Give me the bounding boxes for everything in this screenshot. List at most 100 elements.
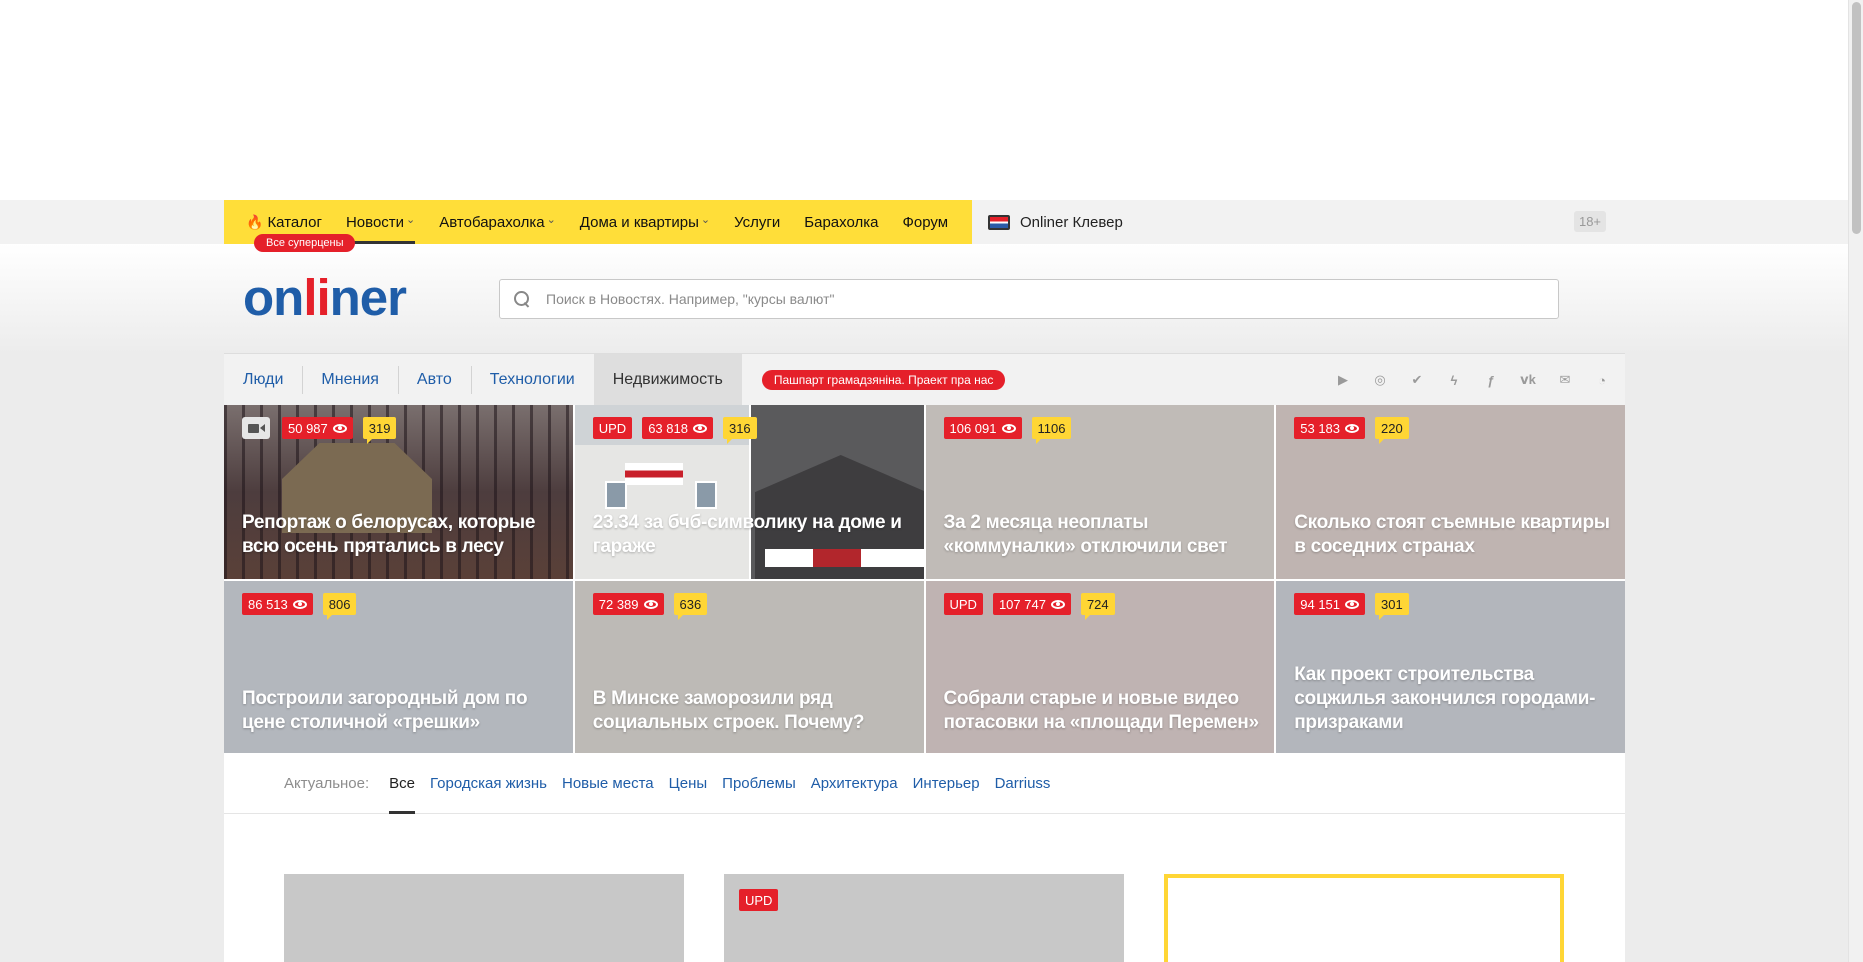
window-shape: [694, 481, 717, 509]
comments-badge[interactable]: 301: [1375, 593, 1409, 620]
scrollbar[interactable]: [1848, 0, 1863, 962]
section-opinions[interactable]: Мнения: [302, 354, 398, 406]
topnav-baraholka[interactable]: Барахолка: [804, 200, 878, 244]
tile-title: За 2 месяца неоплаты «коммуналки» отключ…: [943, 512, 1228, 557]
eye-icon: [292, 599, 307, 609]
views-count: 107 747: [998, 596, 1046, 612]
views-badge: 53 183: [1294, 417, 1366, 439]
comments-badge[interactable]: 806: [322, 593, 357, 620]
news-tile[interactable]: UPD 107 747 724 Собрали старые и новые виде…: [925, 581, 1275, 755]
twitter-icon[interactable]: ✔: [1408, 372, 1426, 388]
logo-part: ner: [329, 269, 407, 326]
comments-badge[interactable]: 220: [1375, 417, 1409, 444]
views-badge: 86 513: [242, 593, 313, 615]
tag-problems[interactable]: Проблемы: [722, 753, 796, 814]
eye-icon: [692, 423, 707, 433]
views-badge: 106 091: [943, 417, 1022, 439]
tile-badges: 94 151 301: [1294, 593, 1409, 620]
tile-title: Сколько стоят съемные квартиры в соседни…: [1294, 512, 1610, 557]
facebook-icon[interactable]: ƒ: [1482, 372, 1500, 388]
tag-city-life[interactable]: Городская жизнь: [430, 753, 547, 814]
video-icon: [242, 417, 270, 439]
comments-badge[interactable]: 636: [673, 593, 708, 620]
eye-icon: [1345, 599, 1360, 609]
topnav-forum[interactable]: Форум: [902, 200, 948, 244]
section-people[interactable]: Люди: [224, 354, 302, 406]
search-icon[interactable]: [514, 291, 530, 307]
clever-label: Onliner Клевер: [1020, 213, 1123, 231]
comments-badge[interactable]: 1106: [1031, 417, 1072, 444]
upd-badge: UPD: [943, 593, 983, 615]
views-badge: 72 389: [592, 593, 664, 615]
tag-interior[interactable]: Интерьер: [913, 753, 980, 814]
clever-link[interactable]: Onliner Клевер: [988, 200, 1123, 244]
views-badge: 94 151: [1294, 593, 1366, 615]
search-input[interactable]: [546, 291, 1558, 307]
eye-icon: [1001, 423, 1016, 433]
news-tile[interactable]: UPD 63 818 316 23.34 за бчб-символику на до…: [574, 405, 924, 579]
news-grid: 50 987 319 Репортаж о белорусах, которые в…: [224, 405, 1625, 755]
window-shape: [604, 481, 627, 509]
views-badge: 50 987: [282, 417, 353, 439]
tag-new-places[interactable]: Новые места: [562, 753, 654, 814]
upd-badge: UPD: [592, 417, 633, 439]
tile-title: Собрали старые и новые видео потасовки н…: [943, 688, 1260, 733]
topnav-services[interactable]: Услуги: [734, 200, 780, 244]
superprice-badge[interactable]: Все суперцены: [254, 234, 356, 252]
clever-card-icon: [988, 214, 1010, 230]
instagram-icon[interactable]: ◎: [1371, 372, 1389, 388]
promo-badge[interactable]: Пашпарт грамадзяніна. Праект пра нас: [761, 369, 1006, 390]
section-realty[interactable]: Недвижимость: [593, 353, 742, 406]
news-tile[interactable]: 72 389 636 В Минске заморозили ряд социаль…: [574, 581, 924, 755]
eye-icon: [1345, 423, 1360, 433]
ad-banner-area: [0, 0, 1848, 200]
news-tile[interactable]: 53 183 220 Сколько стоят съемные квартиры …: [1276, 405, 1625, 579]
news-tile[interactable]: 86 513 806 Построили загородный дом по цен…: [224, 581, 573, 755]
views-badge: 63 818: [642, 417, 713, 439]
views-count: 50 987: [288, 420, 328, 436]
eye-icon: [643, 599, 658, 609]
tile-badges: 50 987 319: [242, 417, 397, 444]
views-badge: 107 747: [992, 593, 1071, 615]
news-card[interactable]: [284, 874, 684, 962]
news-tile[interactable]: 94 151 301 Как проект строительства соцжил…: [1276, 581, 1625, 755]
tile-title: 23.34 за бчб-символику на доме и гараже: [592, 512, 902, 557]
views-count: 63 818: [648, 420, 688, 436]
views-count: 53 183: [1300, 420, 1341, 436]
topnav-news[interactable]: Новости: [345, 200, 416, 244]
tile-badges: UPD 107 747 724: [943, 593, 1115, 620]
news-card[interactable]: UPD: [724, 874, 1124, 962]
tag-architecture[interactable]: Архитектура: [811, 753, 898, 814]
tag-prices[interactable]: Цены: [669, 753, 708, 814]
section-tech[interactable]: Технологии: [470, 354, 594, 406]
topnav-realty[interactable]: Дома и квартиры: [580, 200, 710, 244]
odnoklassniki-icon[interactable]: ϟ: [1445, 372, 1463, 388]
topic-tags: Актуальное: Все Городская жизнь Новые ме…: [224, 753, 1625, 814]
youtube-icon[interactable]: ▶: [1334, 372, 1352, 388]
rss-icon[interactable]: ◔: [1593, 372, 1611, 388]
views-count: 106 091: [949, 420, 997, 436]
tag-all[interactable]: Все: [389, 753, 415, 814]
comments-badge[interactable]: 319: [362, 417, 397, 444]
upd-badge: UPD: [739, 889, 779, 911]
topnav-autobaraholka[interactable]: Автобарахолка: [439, 200, 556, 244]
onliner-logo[interactable]: onliner: [243, 268, 407, 327]
comments-badge[interactable]: 316: [722, 417, 757, 444]
social-links: ▶ ◎ ✔ ϟ ƒ ⅴk ✉ ◔: [1315, 354, 1611, 406]
fire-icon: 🔥: [246, 213, 264, 230]
section-auto[interactable]: Авто: [397, 354, 471, 406]
topnav-catalog-label: Каталог: [267, 213, 322, 231]
news-tile[interactable]: 50 987 319 Репортаж о белорусах, которые в…: [224, 405, 573, 579]
eye-icon: [1050, 599, 1065, 609]
comments-badge[interactable]: 724: [1080, 593, 1115, 620]
mail-icon[interactable]: ✉: [1556, 372, 1574, 388]
scrollbar-thumb[interactable]: [1852, 2, 1861, 234]
eye-icon: [332, 423, 347, 433]
tile-badges: 72 389 636: [592, 593, 708, 620]
age-rating-badge: 18+: [1574, 211, 1606, 232]
flag-shape: [624, 463, 683, 485]
news-tile[interactable]: 106 091 1106 За 2 месяца неоплаты «коммуна…: [925, 405, 1275, 579]
vk-icon[interactable]: ⅴk: [1519, 372, 1537, 388]
views-count: 72 389: [598, 596, 639, 612]
tag-darriuss[interactable]: Darriuss: [995, 753, 1051, 814]
